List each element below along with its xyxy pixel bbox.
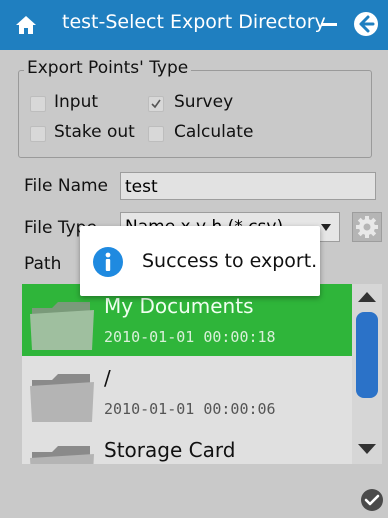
list-item-date: 2010-01-01 00:00:18 <box>104 328 276 346</box>
list-item-name: / <box>104 366 111 390</box>
export-points-type-group <box>18 70 372 158</box>
folder-icon <box>30 302 94 350</box>
dialog-message: Success to export. <box>142 250 318 272</box>
info-icon <box>93 247 123 277</box>
list-item-date: 2010-01-01 00:00:06 <box>104 400 276 418</box>
input-checkbox-label: Input <box>54 92 99 112</box>
stake-out-checkbox-label: Stake out <box>54 122 135 142</box>
title-bar: test-Select Export Directory <box>0 0 388 50</box>
window-title: test-Select Export Directory <box>62 11 326 33</box>
survey-checkbox[interactable] <box>148 96 164 112</box>
folder-icon <box>30 374 94 422</box>
gear-icon <box>356 216 378 238</box>
scroll-down-icon[interactable] <box>358 442 376 456</box>
success-dialog[interactable]: Success to export. <box>80 226 320 296</box>
scroll-up-icon[interactable] <box>358 290 376 304</box>
path-label: Path <box>24 254 62 274</box>
scroll-thumb[interactable] <box>356 312 378 398</box>
back-icon[interactable] <box>352 10 380 38</box>
chevron-down-icon <box>321 224 331 231</box>
calculate-checkbox-label: Calculate <box>174 122 254 142</box>
file-name-input[interactable]: test <box>120 172 376 200</box>
calculate-checkbox[interactable] <box>148 126 164 142</box>
list-item[interactable]: / 2010-01-01 00:00:06 <box>22 356 352 428</box>
input-checkbox[interactable] <box>30 96 46 112</box>
check-icon <box>151 99 161 109</box>
list-item-name: My Documents <box>104 294 254 318</box>
list-scrollbar[interactable] <box>352 284 382 464</box>
list-item-name: Storage Card <box>104 438 236 462</box>
ok-check-icon[interactable] <box>360 488 384 512</box>
list-item[interactable]: Storage Card <box>22 428 352 464</box>
file-type-settings-button[interactable] <box>352 212 382 242</box>
stake-out-checkbox[interactable] <box>30 126 46 142</box>
home-icon[interactable] <box>14 14 38 36</box>
file-name-label: File Name <box>24 176 109 196</box>
minimize-icon[interactable] <box>318 13 340 35</box>
folder-icon <box>30 446 94 464</box>
directory-list: My Documents 2010-01-01 00:00:18 / 2010-… <box>22 284 382 464</box>
export-points-type-legend: Export Points' Type <box>24 58 192 78</box>
survey-checkbox-label: Survey <box>174 92 234 112</box>
